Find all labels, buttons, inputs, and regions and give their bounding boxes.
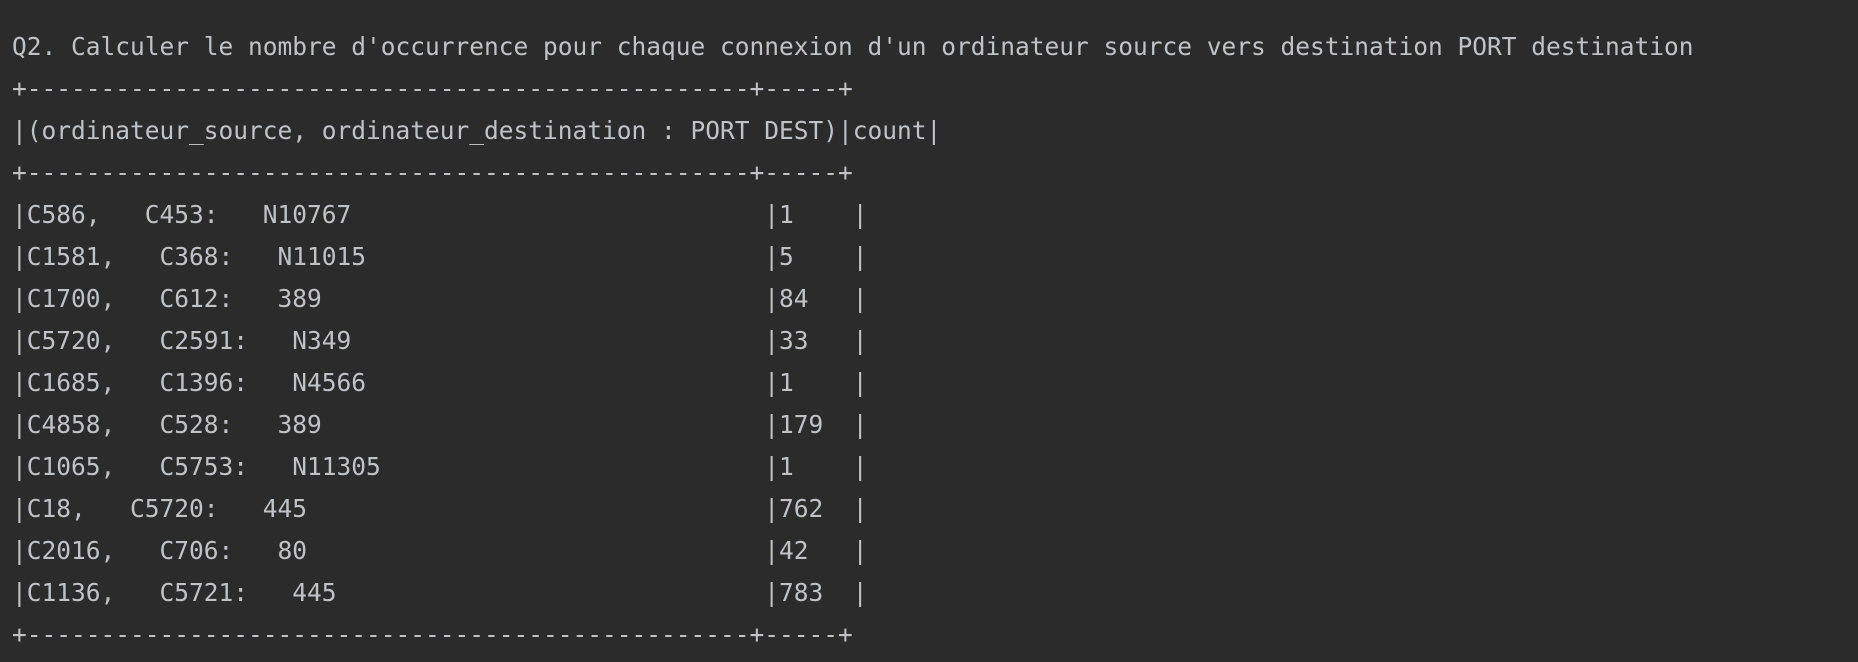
table-row: |C1700, C612: 389 |84 | xyxy=(12,284,868,313)
question-line: Q2. Calculer le nombre d'occurrence pour… xyxy=(12,32,1694,61)
table-border-top: +---------------------------------------… xyxy=(12,74,853,103)
table-row: |C586, C453: N10767 |1 | xyxy=(12,200,868,229)
table-row: |C2016, C706: 80 |42 | xyxy=(12,536,868,565)
table-row: |C1065, C5753: N11305 |1 | xyxy=(12,452,868,481)
table-border-bottom: +---------------------------------------… xyxy=(12,620,853,649)
console-output: Q2. Calculer le nombre d'occurrence pour… xyxy=(12,26,1852,656)
table-row: |C4858, C528: 389 |179 | xyxy=(12,410,868,439)
table-row: |C5720, C2591: N349 |33 | xyxy=(12,326,868,355)
table-border-mid: +---------------------------------------… xyxy=(12,158,853,187)
table-row: |C18, C5720: 445 |762 | xyxy=(12,494,868,523)
table-header-row: |(ordinateur_source, ordinateur_destinat… xyxy=(12,116,942,145)
table-row: |C1581, C368: N11015 |5 | xyxy=(12,242,868,271)
table-row: |C1136, C5721: 445 |783 | xyxy=(12,578,868,607)
table-row: |C1685, C1396: N4566 |1 | xyxy=(12,368,868,397)
